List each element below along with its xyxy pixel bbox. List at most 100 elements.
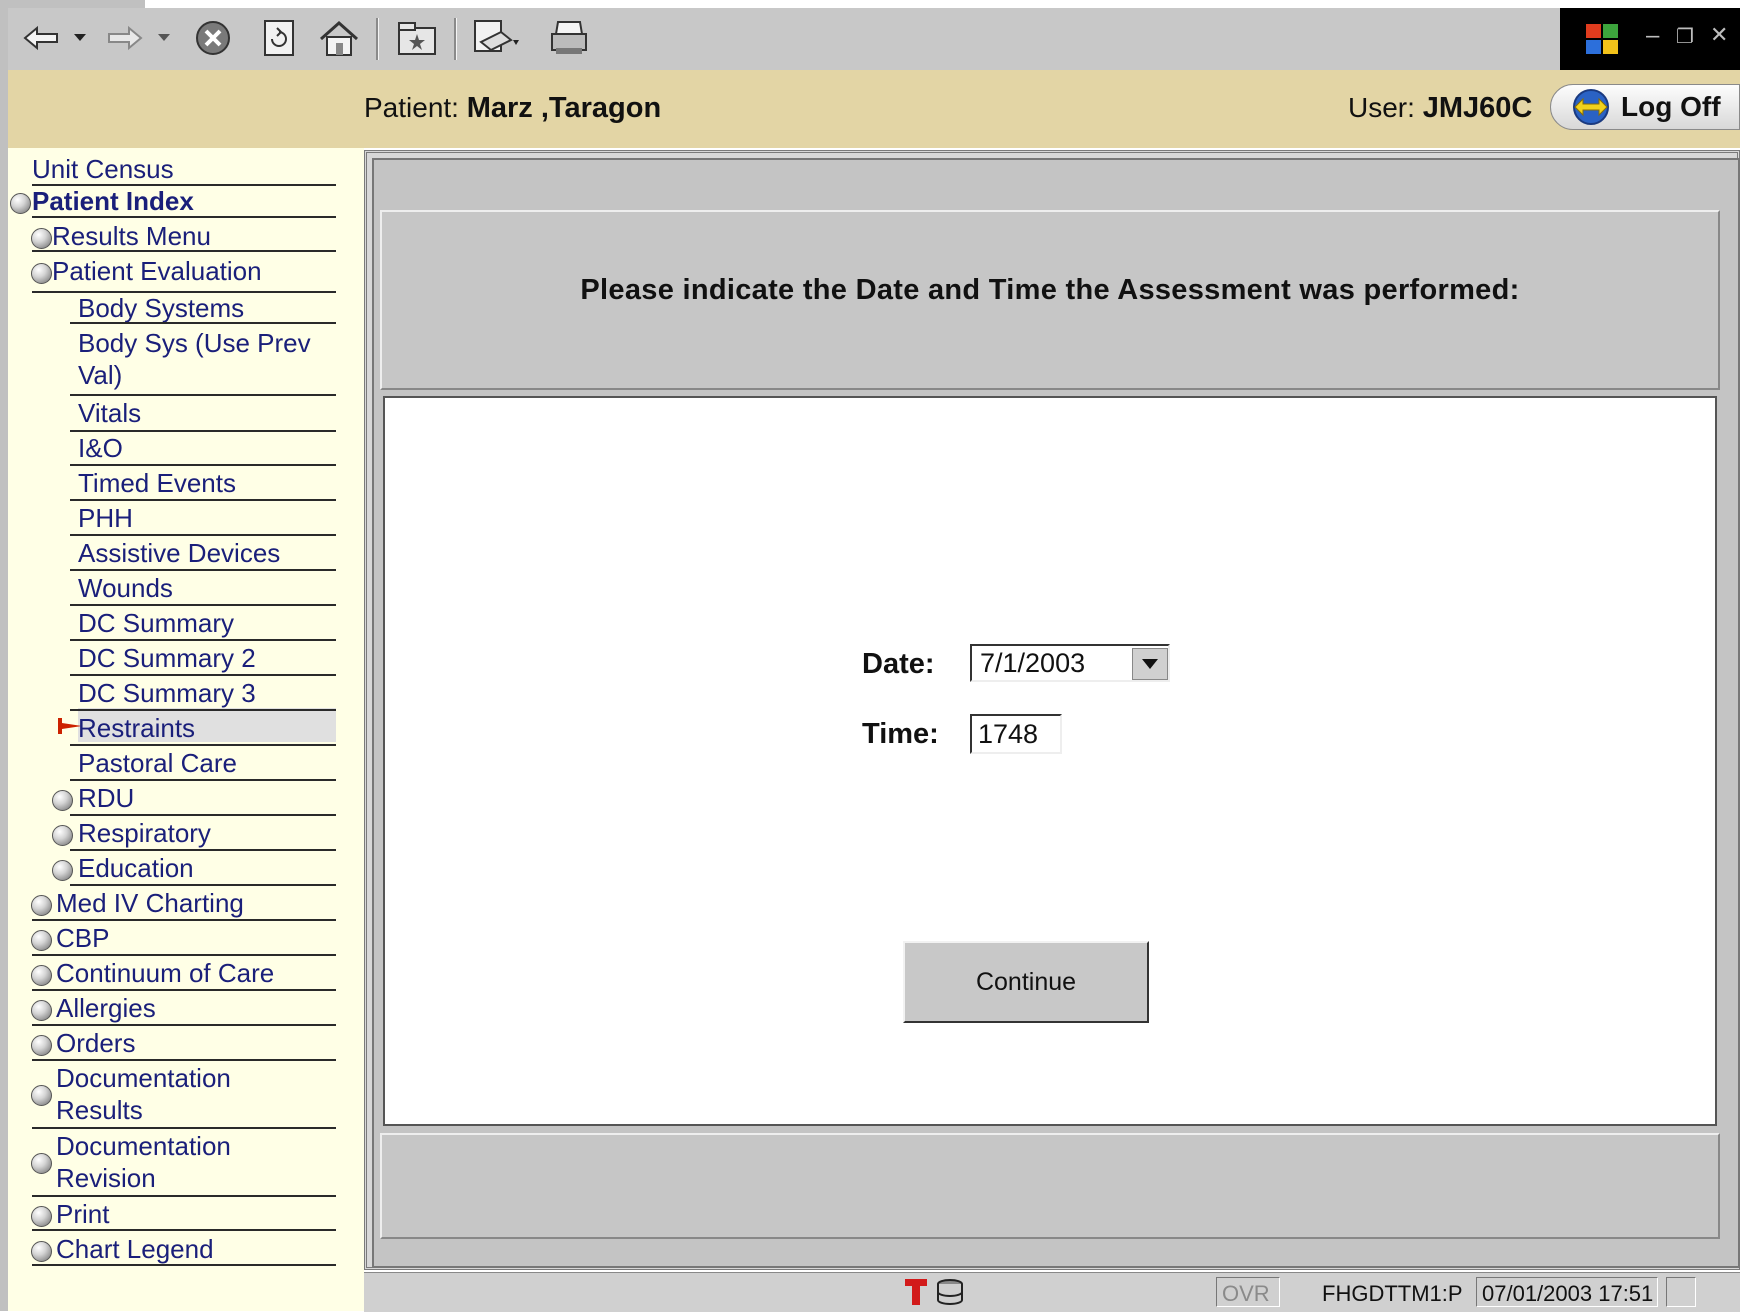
bullet-icon [31,1153,52,1174]
patient-label: Patient: [364,92,459,123]
sidebar-item-divider [70,849,336,851]
sidebar-item-label: Print [56,1199,110,1229]
patient-name: Marz ,Taragon [466,92,662,124]
sidebar-item-label: Documentation [56,1131,231,1161]
sidebar-nav: Unit Census Patient Index Results Menu Pati… [8,148,364,1311]
resize-grip[interactable] [1666,1277,1696,1307]
sidebar-item-divider [70,674,336,676]
user-label: User: [1348,92,1415,123]
sidebar-item-divider [70,499,336,501]
sidebar-item-label: Results Menu [52,221,211,251]
date-label: Date: [862,648,935,680]
restore-icon[interactable]: ❐ [1676,24,1694,49]
close-icon[interactable]: ✕ [1710,22,1728,48]
sidebar-item-divider [70,709,336,711]
sidebar-item-divider [32,954,336,956]
browser-toolbar: – ❐ ✕ [8,8,1740,71]
bullet-icon [31,263,52,284]
station-id: FHGDTTM1:P [1322,1281,1463,1306]
forward-dropdown-icon[interactable] [154,18,174,58]
status-datetime: 07/01/2003 17:51 [1482,1281,1654,1306]
log-off-label: Log Off [1621,91,1721,122]
sidebar-item-label: CBP [56,923,110,953]
stop-icon[interactable] [190,18,236,58]
sidebar-item-label: Patient Evaluation [52,256,262,286]
bullet-icon [31,228,52,249]
sidebar-item-divider [32,1127,336,1129]
sidebar-item-label: Respiratory [78,818,211,848]
sidebar-item-label: DC Summary 3 [78,678,256,708]
sidebar-item-divider [70,639,336,641]
sidebar-item-label: Allergies [56,993,156,1023]
user-id: JMJ60C [1422,92,1533,124]
sidebar-item-label: Pastoral Care [78,748,237,778]
log-off-button[interactable]: Log Off [1550,84,1740,130]
toolbar-separator [454,18,457,60]
sidebar-item-label-line2: Results [56,1095,143,1125]
back-dropdown-icon[interactable] [70,18,90,58]
sidebar-item-divider [70,394,336,396]
t-icon [904,1277,928,1312]
bullet-icon [31,965,52,986]
sidebar-item-label: RDU [78,783,135,813]
forward-icon[interactable] [100,18,150,58]
mail-icon[interactable] [468,18,524,58]
bullet-icon [52,825,73,846]
sidebar-item-divider [70,322,336,324]
globe-arrow-icon [1571,87,1611,127]
sidebar-item-label: DC Summary 2 [78,643,256,673]
bullet-icon [31,1000,52,1021]
bullet-icon [31,1241,52,1262]
sidebar-item-label: Timed Events [78,468,236,498]
sidebar-item-divider [32,1264,336,1266]
sidebar-item-divider [70,779,336,781]
sidebar-item-divider [70,884,336,886]
prompt-panel: Please indicate the Date and Time the As… [380,210,1720,390]
continue-button[interactable]: Continue [903,941,1149,1023]
chevron-down-icon[interactable] [1132,648,1168,680]
sidebar-item-label: Education [78,853,194,883]
time-input[interactable]: 1748 [970,714,1062,754]
sidebar-item-label: Patient Index [32,186,194,216]
sidebar-item-label: Documentation [56,1063,231,1093]
bullet-icon [31,895,52,916]
sidebar-item-label: Chart Legend [56,1234,214,1264]
sidebar-item-label: Restraints [78,713,196,743]
sidebar-item-label: Body Systems [78,293,245,323]
sidebar-item-label-line2: Val) [78,360,123,390]
status-bar: OVR FHGDTTM1:P 07/01/2003 17:51 [364,1272,1740,1312]
sidebar-item-divider [70,814,336,816]
sidebar-item-label: Orders [56,1028,136,1058]
sidebar-item-divider [70,464,336,466]
back-icon[interactable] [16,18,66,58]
favorites-icon[interactable] [392,18,442,58]
sidebar-item-divider [70,534,336,536]
bullet-icon [31,1206,52,1227]
sidebar-item-divider [70,744,336,746]
window-controls: – ❐ ✕ [1560,8,1740,70]
sidebar-item-label: DC Summary [78,608,235,638]
sidebar-item-label: Body Sys (Use Prev [78,328,311,358]
sidebar-item-label: Unit Census [32,154,174,184]
print-icon[interactable] [544,18,594,58]
assessment-prompt: Please indicate the Date and Time the As… [580,274,1520,306]
sidebar-item-label: Wounds [78,573,173,603]
bullet-icon [52,790,73,811]
home-icon[interactable] [314,18,364,58]
windows-logo-icon [1582,20,1622,63]
bullet-icon [10,193,31,214]
sidebar-item-divider [32,1059,336,1061]
bullet-icon [31,930,52,951]
sidebar-item-divider [32,1195,336,1197]
minimize-icon[interactable]: – [1646,22,1659,50]
toolbar-separator [376,18,379,60]
refresh-icon[interactable] [256,18,302,58]
sidebar-item-label: Assistive Devices [78,538,281,568]
sidebar-item-label: PHH [78,503,133,533]
sidebar-item-divider [70,569,336,571]
sidebar-item-divider [70,430,336,432]
sidebar-item-divider [70,604,336,606]
frame-top-border [0,0,145,8]
user-info: User: JMJ60C [1348,92,1532,125]
sidebar-item-divider [32,919,336,921]
